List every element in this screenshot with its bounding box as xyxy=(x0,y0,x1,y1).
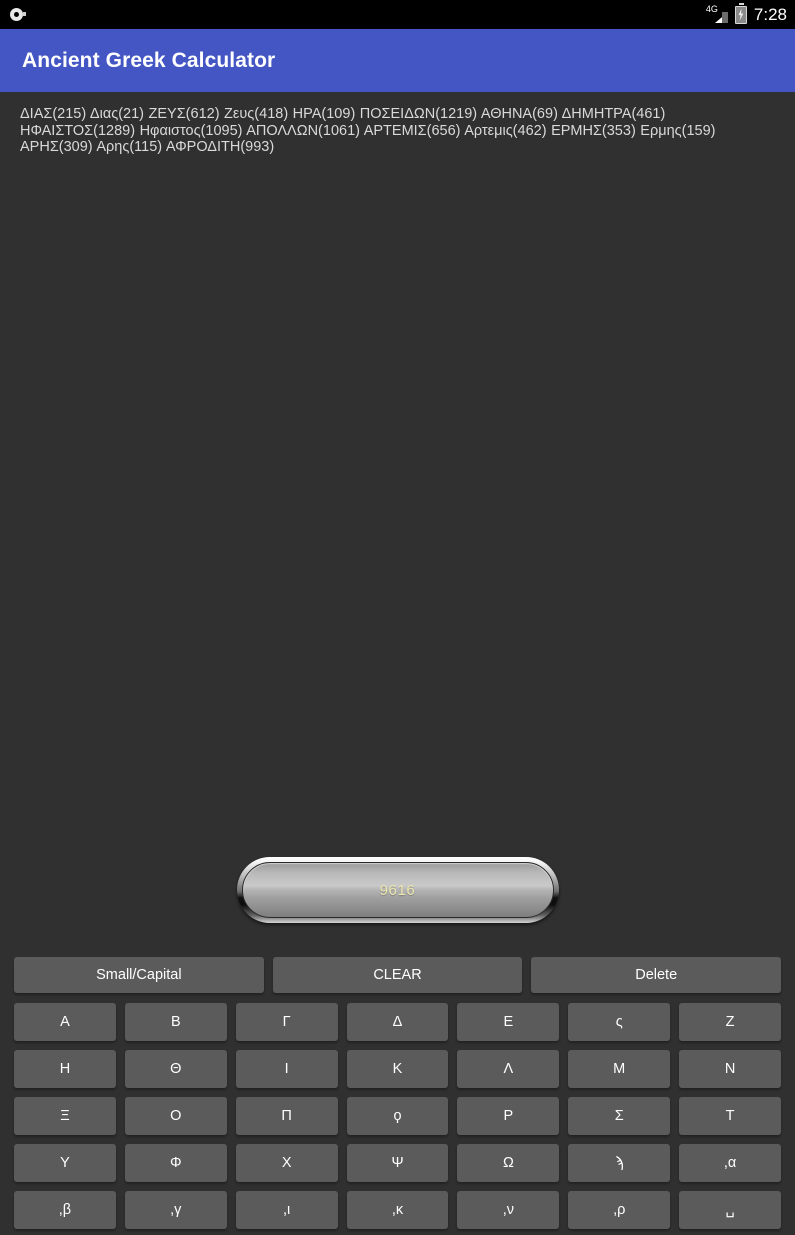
app-bar: Ancient Greek Calculator xyxy=(0,29,795,92)
clear-button[interactable]: CLEAR xyxy=(272,957,523,993)
key-kappa[interactable]: Κ xyxy=(346,1050,449,1088)
status-bar-left xyxy=(10,7,26,23)
key-xi-label: Ξ xyxy=(60,1107,70,1124)
small-capital-button[interactable]: Small/Capital xyxy=(14,957,264,993)
key-sigma-label: Σ xyxy=(614,1107,624,1124)
key-thousand-rho[interactable]: ,ρ xyxy=(568,1191,671,1229)
key-rho-label: Ρ xyxy=(503,1107,514,1124)
key-space-label: ␣ xyxy=(725,1201,735,1218)
key-kappa-label: Κ xyxy=(392,1060,403,1077)
key-epsilon[interactable]: Ε xyxy=(457,1003,560,1041)
key-mu-label: Μ xyxy=(613,1060,626,1077)
key-mu[interactable]: Μ xyxy=(568,1050,671,1088)
key-omicron[interactable]: Ο xyxy=(124,1097,227,1135)
key-chi[interactable]: Χ xyxy=(235,1144,338,1182)
key-nu-label: Ν xyxy=(724,1060,736,1077)
key-space[interactable]: ␣ xyxy=(679,1191,782,1229)
key-zeta-label: Ζ xyxy=(725,1013,735,1030)
history-output-text: ΔΙΑΣ(215) Διας(21) ΖΕΥΣ(612) Ζευς(418) Η… xyxy=(20,106,716,155)
key-stigma[interactable]: ς xyxy=(568,1003,671,1041)
key-zeta[interactable]: Ζ xyxy=(679,1003,782,1041)
key-thousand-beta-label: ,β xyxy=(58,1201,72,1218)
keypad-row-1: Α Β Γ Δ Ε ς Ζ xyxy=(14,1003,782,1041)
delete-button-label: Delete xyxy=(635,966,678,983)
key-thousand-gamma-label: ,γ xyxy=(170,1201,182,1218)
key-tau[interactable]: Τ xyxy=(679,1097,782,1135)
key-iota[interactable]: Ι xyxy=(235,1050,338,1088)
status-bar: 4G 7:28 xyxy=(0,0,795,29)
key-beta-label: Β xyxy=(170,1013,181,1030)
key-nu[interactable]: Ν xyxy=(679,1050,782,1088)
small-capital-button-label: Small/Capital xyxy=(96,966,182,983)
key-alpha[interactable]: Α xyxy=(14,1003,116,1041)
key-thousand-iota-label: ,ι xyxy=(283,1201,291,1218)
keypad: Small/Capital CLEAR Delete Α Β Γ Δ Ε ς Ζ… xyxy=(0,957,795,1235)
keypad-row-4: Υ Φ Χ Ψ Ω ϡ ,α xyxy=(14,1144,782,1182)
calculator-display[interactable]: 9616 xyxy=(236,857,559,923)
key-alpha-label: Α xyxy=(60,1013,70,1030)
key-pi[interactable]: Π xyxy=(235,1097,338,1135)
signal-triangle-icon: 4G xyxy=(706,5,728,23)
display-value: 9616 xyxy=(379,881,416,899)
key-thousand-nu-label: ,ν xyxy=(502,1201,514,1218)
key-omega[interactable]: Ω xyxy=(457,1144,560,1182)
key-thousand-beta[interactable]: ,β xyxy=(14,1191,116,1229)
key-delta-label: Δ xyxy=(392,1013,403,1030)
key-thousand-kappa-label: ,κ xyxy=(391,1201,404,1218)
key-psi[interactable]: Ψ xyxy=(346,1144,449,1182)
key-iota-label: Ι xyxy=(284,1060,289,1077)
key-eta-label: Η xyxy=(59,1060,71,1077)
key-gamma[interactable]: Γ xyxy=(235,1003,338,1041)
key-koppa-label: ϙ xyxy=(393,1107,402,1124)
key-lambda-label: Λ xyxy=(503,1060,514,1077)
key-thousand-alpha-label: ,α xyxy=(723,1154,737,1171)
key-theta[interactable]: Θ xyxy=(124,1050,227,1088)
status-bar-right: 4G 7:28 xyxy=(706,2,787,25)
key-sigma[interactable]: Σ xyxy=(568,1097,671,1135)
key-thousand-iota[interactable]: ,ι xyxy=(235,1191,338,1229)
key-sampi-label: ϡ xyxy=(615,1154,624,1171)
key-pi-label: Π xyxy=(281,1107,292,1124)
calculator-display-inner: 9616 xyxy=(241,862,554,918)
key-thousand-gamma[interactable]: ,γ xyxy=(124,1191,227,1229)
key-omega-label: Ω xyxy=(502,1154,514,1171)
app-title: Ancient Greek Calculator xyxy=(22,48,276,72)
notification-dot-icon xyxy=(10,7,26,23)
key-psi-label: Ψ xyxy=(391,1154,404,1171)
key-theta-label: Θ xyxy=(170,1060,182,1077)
key-thousand-kappa[interactable]: ,κ xyxy=(346,1191,449,1229)
key-rho[interactable]: Ρ xyxy=(457,1097,560,1135)
keypad-row-2: Η Θ Ι Κ Λ Μ Ν xyxy=(14,1050,782,1088)
key-sampi[interactable]: ϡ xyxy=(568,1144,671,1182)
key-stigma-label: ς xyxy=(615,1013,623,1030)
delete-button[interactable]: Delete xyxy=(531,957,782,993)
key-thousand-alpha[interactable]: ,α xyxy=(679,1144,782,1182)
key-phi[interactable]: Φ xyxy=(124,1144,227,1182)
key-eta[interactable]: Η xyxy=(14,1050,116,1088)
key-tau-label: Τ xyxy=(725,1107,735,1124)
key-gamma-label: Γ xyxy=(282,1013,291,1030)
keypad-row-3: Ξ Ο Π ϙ Ρ Σ Τ xyxy=(14,1097,782,1135)
key-beta[interactable]: Β xyxy=(124,1003,227,1041)
key-xi[interactable]: Ξ xyxy=(14,1097,116,1135)
display-area: 9616 xyxy=(0,857,795,923)
clear-button-label: CLEAR xyxy=(373,966,422,983)
function-key-row: Small/Capital CLEAR Delete xyxy=(14,957,782,993)
battery-charging-icon xyxy=(734,2,747,24)
key-chi-label: Χ xyxy=(281,1154,292,1171)
key-upsilon[interactable]: Υ xyxy=(14,1144,116,1182)
key-lambda[interactable]: Λ xyxy=(457,1050,560,1088)
key-thousand-rho-label: ,ρ xyxy=(613,1201,626,1218)
key-thousand-nu[interactable]: ,ν xyxy=(457,1191,560,1229)
key-upsilon-label: Υ xyxy=(60,1154,70,1171)
status-bar-clock: 7:28 xyxy=(753,4,787,24)
key-delta[interactable]: Δ xyxy=(346,1003,449,1041)
main-content: ΔΙΑΣ(215) Διας(21) ΖΕΥΣ(612) Ζευς(418) Η… xyxy=(0,92,795,1235)
key-phi-label: Φ xyxy=(170,1154,182,1171)
keypad-row-5: ,β ,γ ,ι ,κ ,ν ,ρ ␣ xyxy=(14,1191,782,1229)
key-koppa[interactable]: ϙ xyxy=(346,1097,449,1135)
key-omicron-label: Ο xyxy=(170,1107,182,1124)
key-epsilon-label: Ε xyxy=(503,1013,514,1030)
